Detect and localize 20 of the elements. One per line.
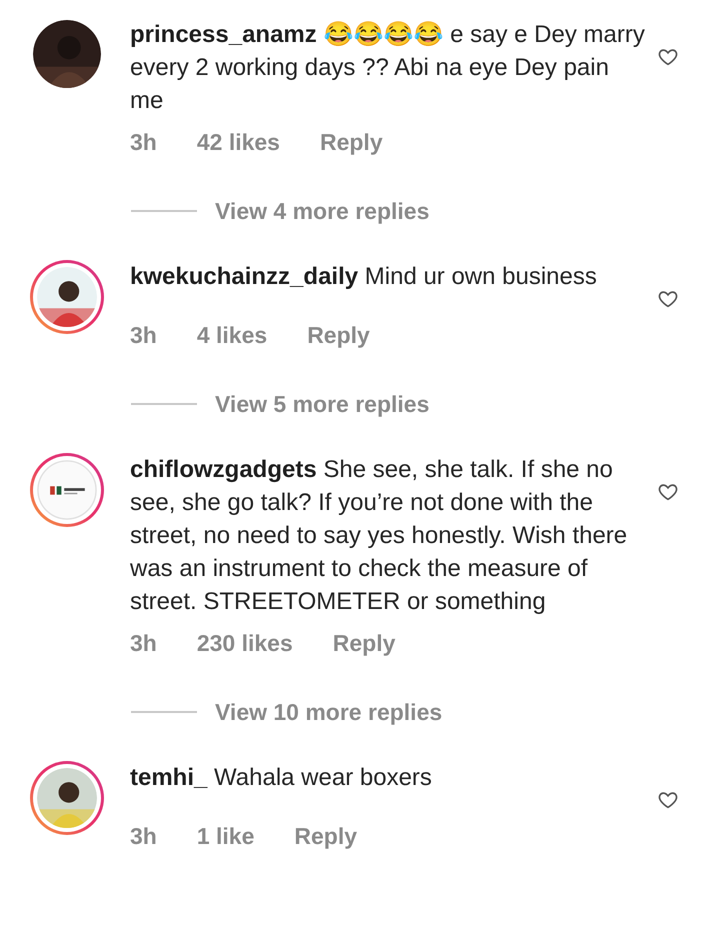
likes-link[interactable]: 42 likes <box>196 125 280 160</box>
comment-text: princess_anamz 😂😂😂😂 e say e Dey marry every 2 working days ?? Abi na eye Dey pain me <box>130 20 646 116</box>
time-label: 3h <box>130 629 157 658</box>
time-label: 3h <box>130 822 157 851</box>
view-replies-link[interactable]: View 10 more replies <box>215 694 442 729</box>
view-replies-link[interactable]: View 5 more replies <box>215 386 430 421</box>
reply-link[interactable]: Reply <box>307 318 370 352</box>
reply-link[interactable]: Reply <box>332 626 396 660</box>
comment-text: kwekuchainzz_daily Mind ur own business <box>130 262 598 292</box>
view-replies-link[interactable]: View 4 more replies <box>215 194 430 228</box>
likes-link[interactable]: 4 likes <box>196 318 268 352</box>
likes-link[interactable]: 1 like <box>196 819 254 854</box>
likes-link[interactable]: 230 likes <box>196 626 293 660</box>
comment-text: chiflowzgadgets She see, she talk. If she no see, she go talk? If you’re not done with the street, no need to say yes honestly. Wish there was an instrument to check the measure of street. STREETOMETER or something <box>130 455 628 617</box>
avatar[interactable] <box>33 20 101 88</box>
time-label: 3h <box>130 128 157 157</box>
comment-text: temhi_ Wahala wear boxers <box>130 763 433 793</box>
reply-link[interactable]: Reply <box>320 125 383 160</box>
reply-link[interactable]: Reply <box>294 819 358 854</box>
time-label: 3h <box>130 321 157 350</box>
